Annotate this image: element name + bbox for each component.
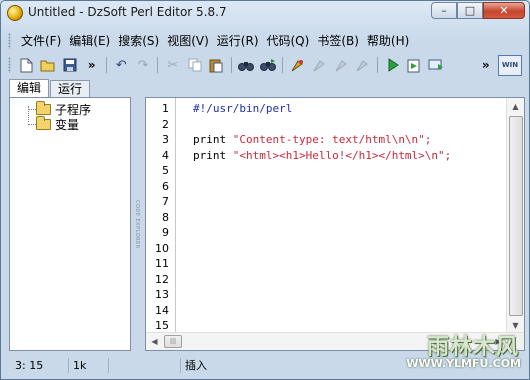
code-line: print "Content-type: text/html\n\n"; [193, 133, 431, 146]
title-bar[interactable]: Untitled - DzSoft Perl Editor 5.8.7 – □ … [1, 1, 529, 25]
code-editor[interactable]: 1 2 3 4 5 6 7 8 9 10 11 12 13 14 15 #!/u… [145, 97, 525, 351]
tree-connector [28, 109, 36, 110]
toolbar-separator [230, 57, 232, 73]
scroll-left-icon[interactable]: ◀ [146, 333, 163, 350]
menu-view[interactable]: 视图(V) [163, 32, 213, 49]
code-explorer-panel: 子程序 变量 [9, 97, 131, 351]
find-next-icon[interactable] [258, 56, 277, 75]
toolbar-separator [282, 57, 284, 73]
line-number: 7 [162, 195, 169, 208]
app-icon[interactable] [7, 5, 23, 21]
string-literal: "Content-type: text/html\n\n"; [232, 133, 432, 146]
line-number: 13 [155, 288, 169, 301]
run-to-cursor-icon[interactable] [405, 56, 424, 75]
run-icon[interactable] [383, 56, 402, 75]
tree-connector [28, 124, 36, 125]
find-icon[interactable] [237, 56, 256, 75]
file-size: 1k [69, 358, 109, 373]
menu-bar: 文件(F) 编辑(E) 搜索(S) 视图(V) 运行(R) 代码(Q) 书签(B… [5, 30, 525, 51]
paste-icon[interactable] [207, 56, 226, 75]
tab-edit[interactable]: 编辑 [9, 79, 50, 97]
bookmark-next-icon[interactable] [310, 56, 329, 75]
code-line: print "<html><h1>Hello!</h1></html>\n"; [193, 149, 451, 162]
line-number: 4 [162, 148, 169, 162]
menu-run[interactable]: 运行(R) [213, 32, 263, 49]
bookmark-prev-icon[interactable] [332, 56, 351, 75]
caption-buttons: – □ ✕ [431, 2, 525, 19]
menu-grip-icon[interactable] [8, 32, 11, 49]
cut-icon[interactable]: ✂ [163, 56, 182, 75]
window-title: Untitled - DzSoft Perl Editor 5.8.7 [28, 5, 227, 19]
cursor-position: 3: 15 [5, 358, 69, 373]
new-file-icon[interactable] [17, 56, 36, 75]
line-number: 15 [155, 319, 169, 332]
save-icon[interactable] [60, 56, 79, 75]
toolbar-separator [377, 57, 379, 73]
folder-icon [36, 100, 51, 115]
minimize-button[interactable]: – [431, 2, 457, 19]
maximize-button[interactable]: □ [457, 2, 483, 19]
toolbar-grip-icon[interactable] [8, 57, 11, 73]
string-literal: "<html><h1>Hello!</h1></html>\n"; [232, 148, 452, 162]
line-number: 11 [155, 257, 169, 270]
line-number: 9 [162, 226, 169, 239]
shebang-text: #!/usr/bin/perl [193, 102, 293, 115]
vertical-scrollbar[interactable]: ▲ ▼ [506, 98, 524, 334]
code-line: #!/usr/bin/perl [193, 102, 292, 115]
undo-icon[interactable]: ↶ [112, 56, 131, 75]
code-explorer-splitter[interactable]: CODE EXPLORER [132, 97, 142, 351]
line-number-gutter: 1 2 3 4 5 6 7 8 9 10 11 12 13 14 15 [146, 98, 176, 334]
line-number: 5 [162, 164, 169, 177]
menu-edit[interactable]: 编辑(E) [65, 32, 114, 49]
toolbar-overflow-icon[interactable]: » [82, 56, 101, 75]
line-number: 10 [155, 241, 169, 255]
scroll-up-icon[interactable]: ▲ [507, 98, 524, 115]
vertical-scroll-thumb[interactable] [509, 116, 523, 316]
win-mode-icon[interactable]: WIN [498, 54, 522, 76]
line-number: 3 [162, 133, 169, 146]
menu-bookmarks[interactable]: 书签(B) [313, 32, 363, 49]
bookmark-clear-icon[interactable] [353, 56, 372, 75]
status-empty-cell [109, 358, 181, 373]
close-button[interactable]: ✕ [483, 2, 525, 19]
line-number: 8 [162, 210, 169, 224]
menu-help[interactable]: 帮助(H) [363, 32, 413, 49]
toolbar-overflow-icon[interactable]: » [476, 56, 495, 75]
run-in-browser-icon[interactable] [427, 56, 446, 75]
menu-search[interactable]: 搜索(S) [114, 32, 163, 49]
splitter-label: CODE EXPLORER [134, 199, 140, 249]
redo-icon[interactable]: ↷ [134, 56, 153, 75]
toolbar-separator [157, 57, 159, 73]
menu-code[interactable]: 代码(Q) [263, 32, 314, 49]
bookmark-toggle-icon[interactable] [288, 56, 307, 75]
line-number: 12 [155, 272, 169, 286]
open-folder-icon[interactable] [39, 56, 58, 75]
line-number: 6 [162, 179, 169, 193]
keyword-text: print [193, 148, 227, 162]
toolbar: » ↶ ↷ ✂ » WIN [5, 54, 525, 76]
insert-mode: 插入 [185, 359, 207, 372]
toolbar-separator [105, 57, 107, 73]
app-window: Untitled - DzSoft Perl Editor 5.8.7 – □ … [0, 0, 530, 380]
copy-icon[interactable] [185, 56, 204, 75]
line-number: 2 [162, 117, 169, 131]
tab-run[interactable]: 运行 [50, 80, 91, 97]
tree-item-label: 变量 [55, 117, 80, 132]
watermark-url: WWW.YLMFU.COM [406, 357, 521, 370]
tree-item-variables[interactable]: 变量 [36, 115, 80, 132]
line-number: 14 [155, 303, 169, 317]
horizontal-scroll-thumb[interactable]: ||| [164, 335, 182, 348]
menu-file[interactable]: 文件(F) [17, 32, 65, 49]
keyword-text: print [193, 133, 227, 146]
panel-tabs: 编辑 运行 [9, 79, 91, 97]
folder-icon [36, 115, 51, 130]
line-number: 1 [162, 102, 169, 115]
watermark-logo: 雨林木风 WWW.YLMFU.COM [403, 325, 525, 377]
